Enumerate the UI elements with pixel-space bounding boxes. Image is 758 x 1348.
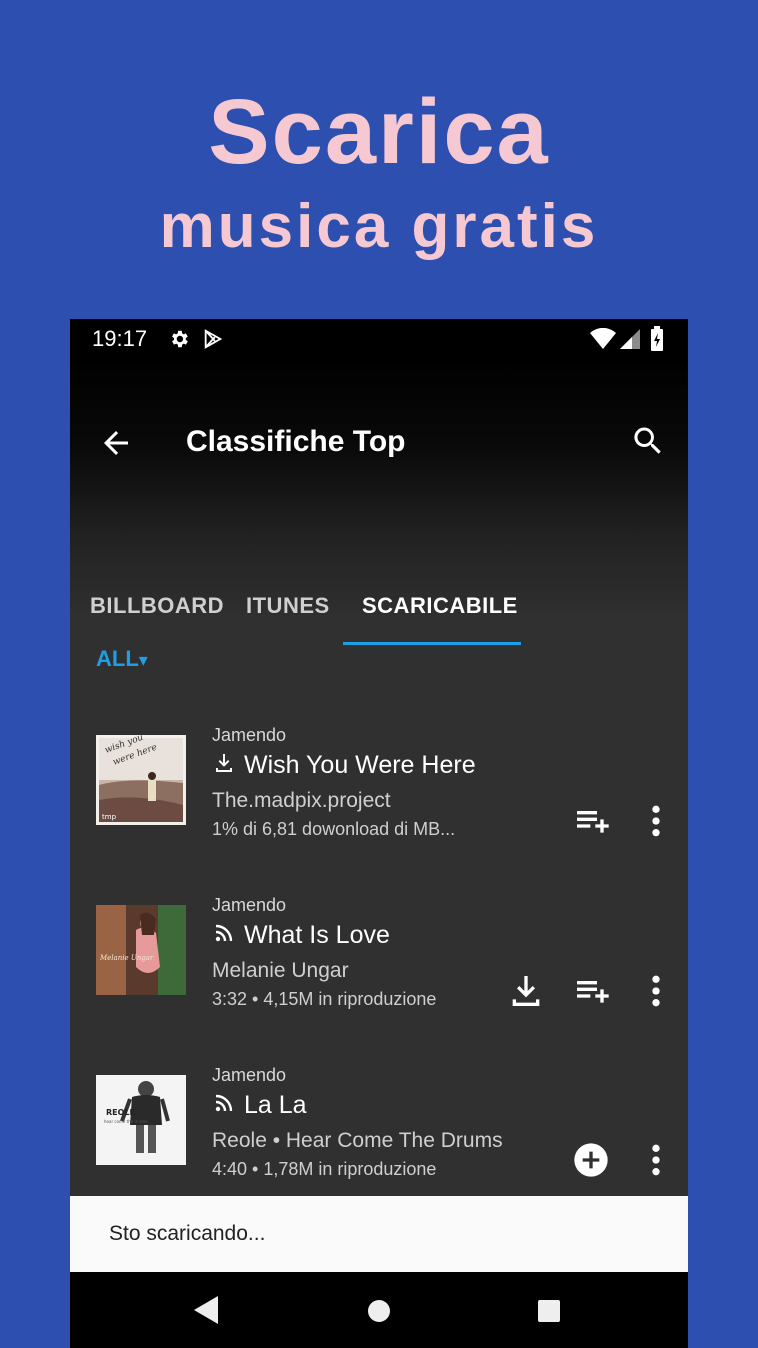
add-circle-icon[interactable] xyxy=(571,1140,611,1180)
add-to-queue-icon[interactable] xyxy=(572,801,612,841)
streaming-icon xyxy=(215,1094,233,1112)
album-art: wish you were here tmp xyxy=(96,735,186,825)
track-artist: The.madpix.project xyxy=(212,789,391,812)
filter-dropdown[interactable]: ALL▾ xyxy=(96,646,148,672)
battery-charging-icon xyxy=(651,326,663,351)
app-bar: Classifiche Top BILLBOARD ITUNES SCARICA… xyxy=(70,359,688,645)
track-source: Jamendo xyxy=(212,895,287,915)
more-vert-icon[interactable] xyxy=(636,801,676,841)
status-time: 19:17 xyxy=(92,326,148,351)
track-title: What Is Love xyxy=(212,921,390,950)
track-title: Wish You Were Here xyxy=(212,751,476,780)
wifi-icon xyxy=(590,328,616,349)
tab-indicator xyxy=(343,642,521,645)
track-title-text: La La xyxy=(244,1091,307,1119)
system-nav-bar xyxy=(70,1272,688,1348)
svg-text:Melanie Ungar: Melanie Ungar xyxy=(99,954,154,962)
more-vert-icon[interactable] xyxy=(636,1140,676,1180)
album-art: REOLE hear come the drums xyxy=(96,1075,186,1165)
album-art: Melanie Ungar xyxy=(96,905,186,995)
track-title-text: What Is Love xyxy=(244,921,390,949)
svg-text:hear come the drums: hear come the drums xyxy=(104,1119,147,1124)
nav-back-icon[interactable] xyxy=(194,1296,220,1324)
snackbar-text: Sto scaricando... xyxy=(109,1222,266,1245)
svg-text:REOLE: REOLE xyxy=(106,1108,135,1117)
filter-label: ALL xyxy=(96,646,139,671)
tab-itunes[interactable]: ITUNES xyxy=(246,593,330,619)
download-icon[interactable] xyxy=(506,971,546,1011)
track-artist: Reole • Hear Come The Drums xyxy=(212,1129,503,1152)
track-title-text: Wish You Were Here xyxy=(244,751,476,779)
track-meta: 4:40 • 1,78M in riproduzione xyxy=(212,1159,437,1179)
svg-text:tmp: tmp xyxy=(102,813,117,821)
list-item[interactable]: Melanie Ungar Jamendo What Is Love Melan… xyxy=(70,895,688,1075)
cellular-signal-icon xyxy=(620,329,640,349)
status-bar: 19:17 xyxy=(70,319,688,359)
track-source: Jamendo xyxy=(212,1065,287,1085)
settings-icon xyxy=(172,330,188,348)
track-source: Jamendo xyxy=(212,725,287,745)
page-title: Classifiche Top xyxy=(186,425,406,458)
tab-billboard[interactable]: BILLBOARD xyxy=(90,593,224,619)
tab-scaricabile[interactable]: SCARICABILE xyxy=(362,593,518,619)
phone-screen: 19:17 Classifiche Top BILLBOARD ITUNES S… xyxy=(70,319,688,1348)
download-icon xyxy=(216,754,232,772)
track-meta: 1% di 6,81 dowonload di MB... xyxy=(212,819,456,839)
play-store-icon xyxy=(204,329,223,349)
nav-home-icon[interactable] xyxy=(367,1299,391,1323)
chevron-down-icon: ▾ xyxy=(138,650,148,670)
list-item[interactable]: wish you were here tmp Jamendo Wish You … xyxy=(70,725,688,905)
snackbar: Sto scaricando... xyxy=(70,1196,688,1272)
track-title: La La xyxy=(212,1091,307,1120)
add-to-queue-icon[interactable] xyxy=(572,971,612,1011)
arrow-back-icon[interactable] xyxy=(98,425,134,461)
nav-recents-icon[interactable] xyxy=(537,1299,561,1323)
track-artist: Melanie Ungar xyxy=(212,959,349,982)
streaming-icon xyxy=(215,924,233,942)
more-vert-icon[interactable] xyxy=(636,971,676,1011)
search-icon[interactable] xyxy=(630,423,666,459)
promo-subtitle: musica gratis xyxy=(159,192,599,261)
promo-title: Scarica xyxy=(208,81,550,183)
track-meta: 3:32 • 4,15M in riproduzione xyxy=(212,989,437,1009)
